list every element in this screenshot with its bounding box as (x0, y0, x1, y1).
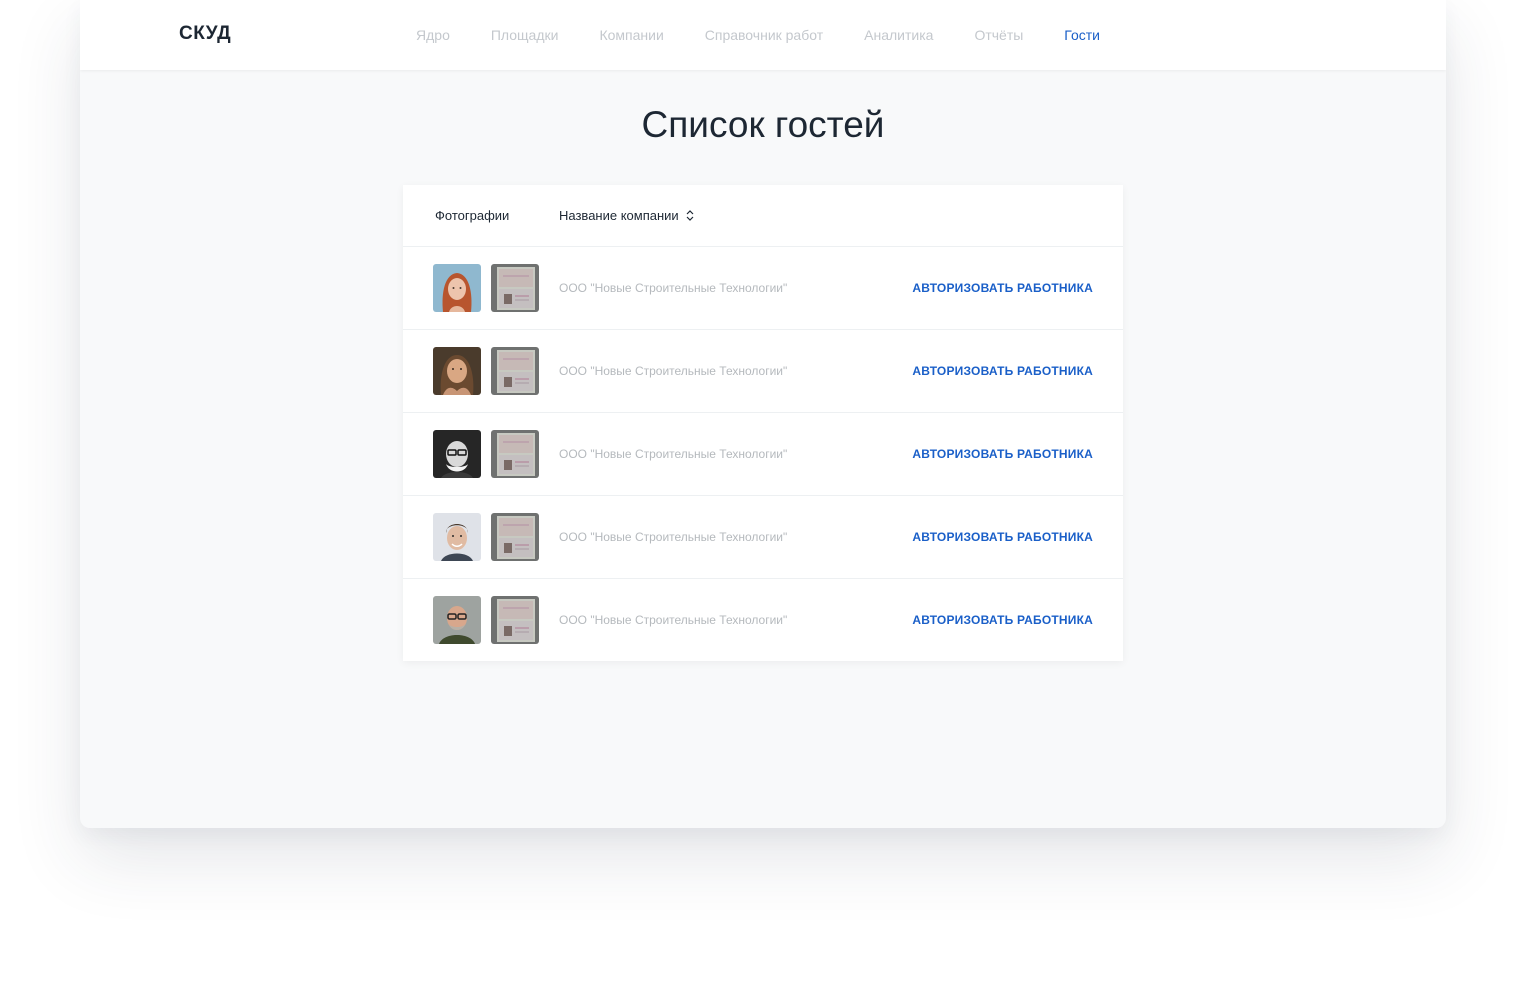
nav-item-work-directory[interactable]: Справочник работ (705, 27, 823, 43)
nav-item-analytics[interactable]: Аналитика (864, 27, 933, 43)
column-header-company[interactable]: Название компании (559, 208, 694, 223)
company-name: ООО "Новые Строительные Технологии" (559, 447, 788, 461)
guest-photo[interactable] (433, 264, 481, 312)
column-header-photos: Фотографии (435, 208, 510, 223)
authorize-worker-button[interactable]: АВТОРИЗОВАТЬ РАБОТНИКА (912, 447, 1093, 461)
guest-photo[interactable] (433, 596, 481, 644)
passport-scan[interactable] (491, 596, 539, 644)
column-header-company-label: Название компании (559, 208, 679, 223)
authorize-worker-button[interactable]: АВТОРИЗОВАТЬ РАБОТНИКА (912, 530, 1093, 544)
app-logo[interactable]: СКУД (179, 23, 231, 45)
passport-scan[interactable] (491, 264, 539, 312)
authorize-worker-button[interactable]: АВТОРИЗОВАТЬ РАБОТНИКА (912, 364, 1093, 378)
guest-photo[interactable] (433, 513, 481, 561)
nav-item-sites[interactable]: Площадки (491, 27, 559, 43)
top-navigation-bar: СКУД Ядро Площадки Компании Справочник р… (80, 0, 1446, 70)
guest-photo[interactable] (433, 430, 481, 478)
nav-item-core[interactable]: Ядро (416, 27, 450, 43)
passport-scan[interactable] (491, 347, 539, 395)
nav-item-companies[interactable]: Компании (599, 27, 663, 43)
table-header: Фотографии Название компании (403, 185, 1123, 247)
nav-item-reports[interactable]: Отчёты (974, 27, 1023, 43)
company-name: ООО "Новые Строительные Технологии" (559, 364, 788, 378)
nav-item-guests[interactable]: Гости (1064, 27, 1100, 43)
guest-photo[interactable] (433, 347, 481, 395)
company-name: ООО "Новые Строительные Технологии" (559, 613, 788, 627)
main-nav: Ядро Площадки Компании Справочник работ … (416, 27, 1141, 43)
page-title: Список гостей (641, 104, 885, 145)
authorize-worker-button[interactable]: АВТОРИЗОВАТЬ РАБОТНИКА (912, 281, 1093, 295)
app-window: СКУД Ядро Площадки Компании Справочник р… (80, 0, 1446, 828)
table-row: ООО "Новые Строительные Технологии" АВТО… (403, 330, 1123, 413)
passport-scan[interactable] (491, 430, 539, 478)
sort-icon[interactable] (686, 210, 694, 221)
table-row: ООО "Новые Строительные Технологии" АВТО… (403, 247, 1123, 330)
company-name: ООО "Новые Строительные Технологии" (559, 281, 788, 295)
company-name: ООО "Новые Строительные Технологии" (559, 530, 788, 544)
passport-scan[interactable] (491, 513, 539, 561)
guests-table: Фотографии Название компании ООО "Новые … (403, 185, 1123, 661)
table-row: ООО "Новые Строительные Технологии" АВТО… (403, 413, 1123, 496)
authorize-worker-button[interactable]: АВТОРИЗОВАТЬ РАБОТНИКА (912, 613, 1093, 627)
table-row: ООО "Новые Строительные Технологии" АВТО… (403, 496, 1123, 579)
table-row: ООО "Новые Строительные Технологии" АВТО… (403, 579, 1123, 661)
